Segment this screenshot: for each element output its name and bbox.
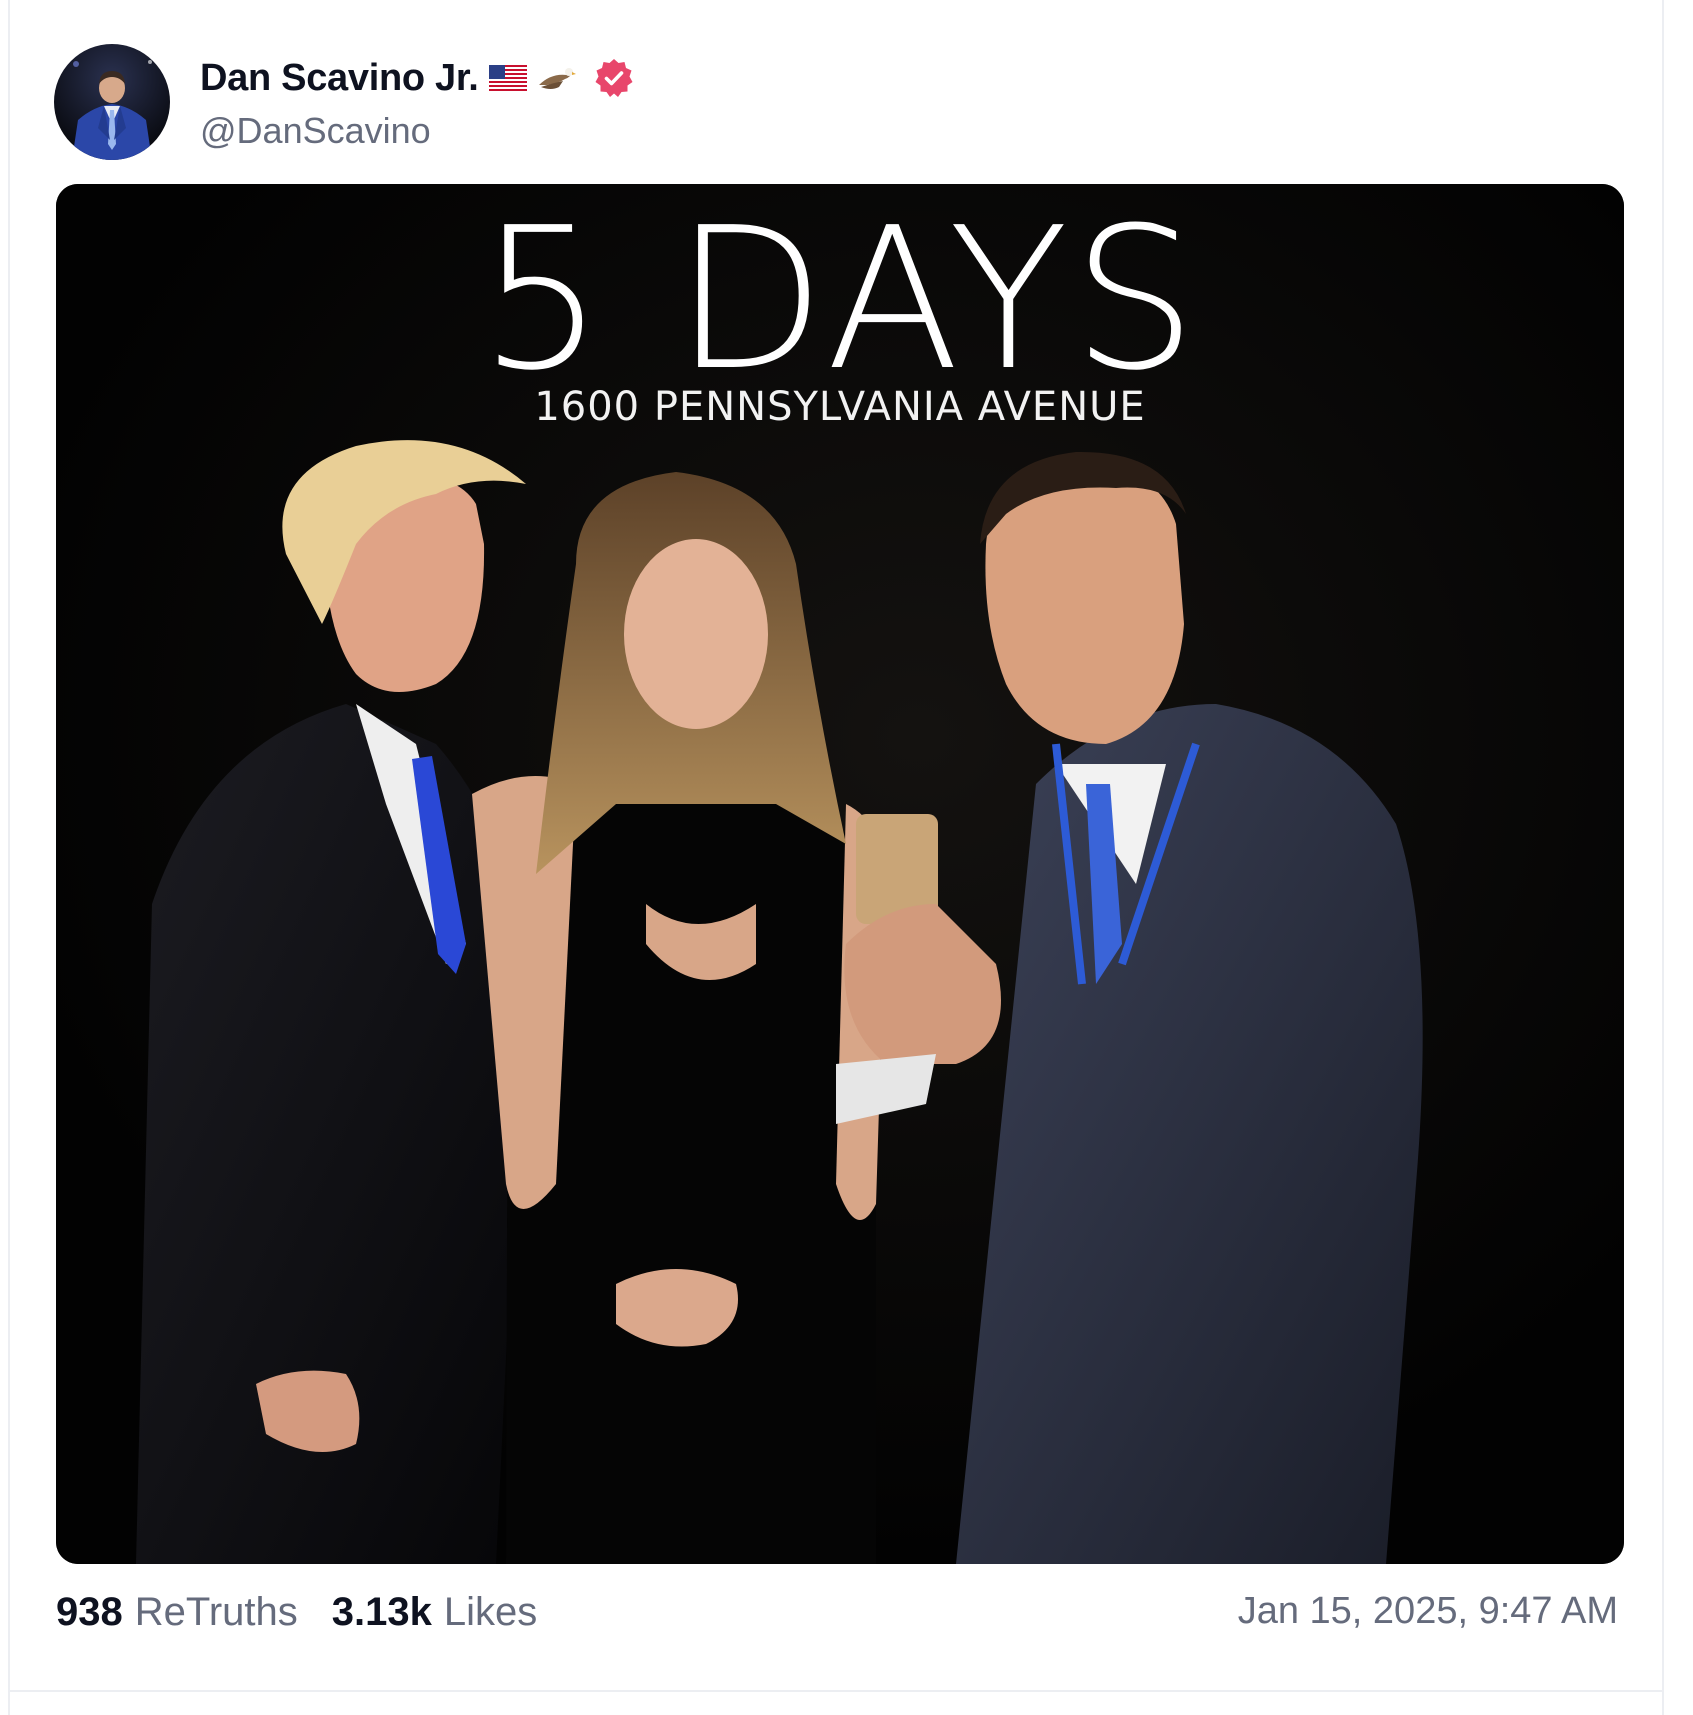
author-name-row: Dan Scavino Jr.	[200, 52, 635, 104]
author-handle[interactable]: @DanScavino	[200, 110, 635, 152]
post-stats: 938 ReTruths 3.13k Likes	[56, 1590, 537, 1635]
post-divider	[10, 1690, 1662, 1692]
verified-badge-icon	[593, 57, 635, 99]
post-header: Dan Scavino Jr. @DanScavino	[54, 44, 635, 160]
eagle-icon	[537, 63, 577, 93]
avatar-photo	[54, 44, 170, 160]
post-card: Dan Scavino Jr. @DanScavino 5 DAYS 1600 …	[8, 0, 1664, 1715]
post-timestamp[interactable]: Jan 15, 2025, 9:47 AM	[1238, 1590, 1618, 1633]
retruths-stat[interactable]: 938 ReTruths	[56, 1590, 298, 1635]
likes-stat[interactable]: 3.13k Likes	[332, 1590, 538, 1635]
media-headline: 5 DAYS	[479, 186, 1201, 414]
post-media-image[interactable]: 5 DAYS 1600 PENNSYLVANIA AVENUE	[56, 184, 1624, 1564]
flag-united-states-icon	[488, 65, 527, 91]
media-subline: 1600 PENNSYLVANIA AVENUE	[534, 384, 1146, 430]
likes-count: 3.13k	[331, 1590, 432, 1634]
author-avatar[interactable]	[54, 44, 170, 160]
likes-label: Likes	[443, 1590, 538, 1634]
retruths-label: ReTruths	[134, 1590, 298, 1634]
author-display-name[interactable]: Dan Scavino Jr.	[200, 57, 479, 100]
author-names: Dan Scavino Jr. @DanScavino	[200, 52, 635, 152]
retruths-count: 938	[56, 1590, 123, 1634]
